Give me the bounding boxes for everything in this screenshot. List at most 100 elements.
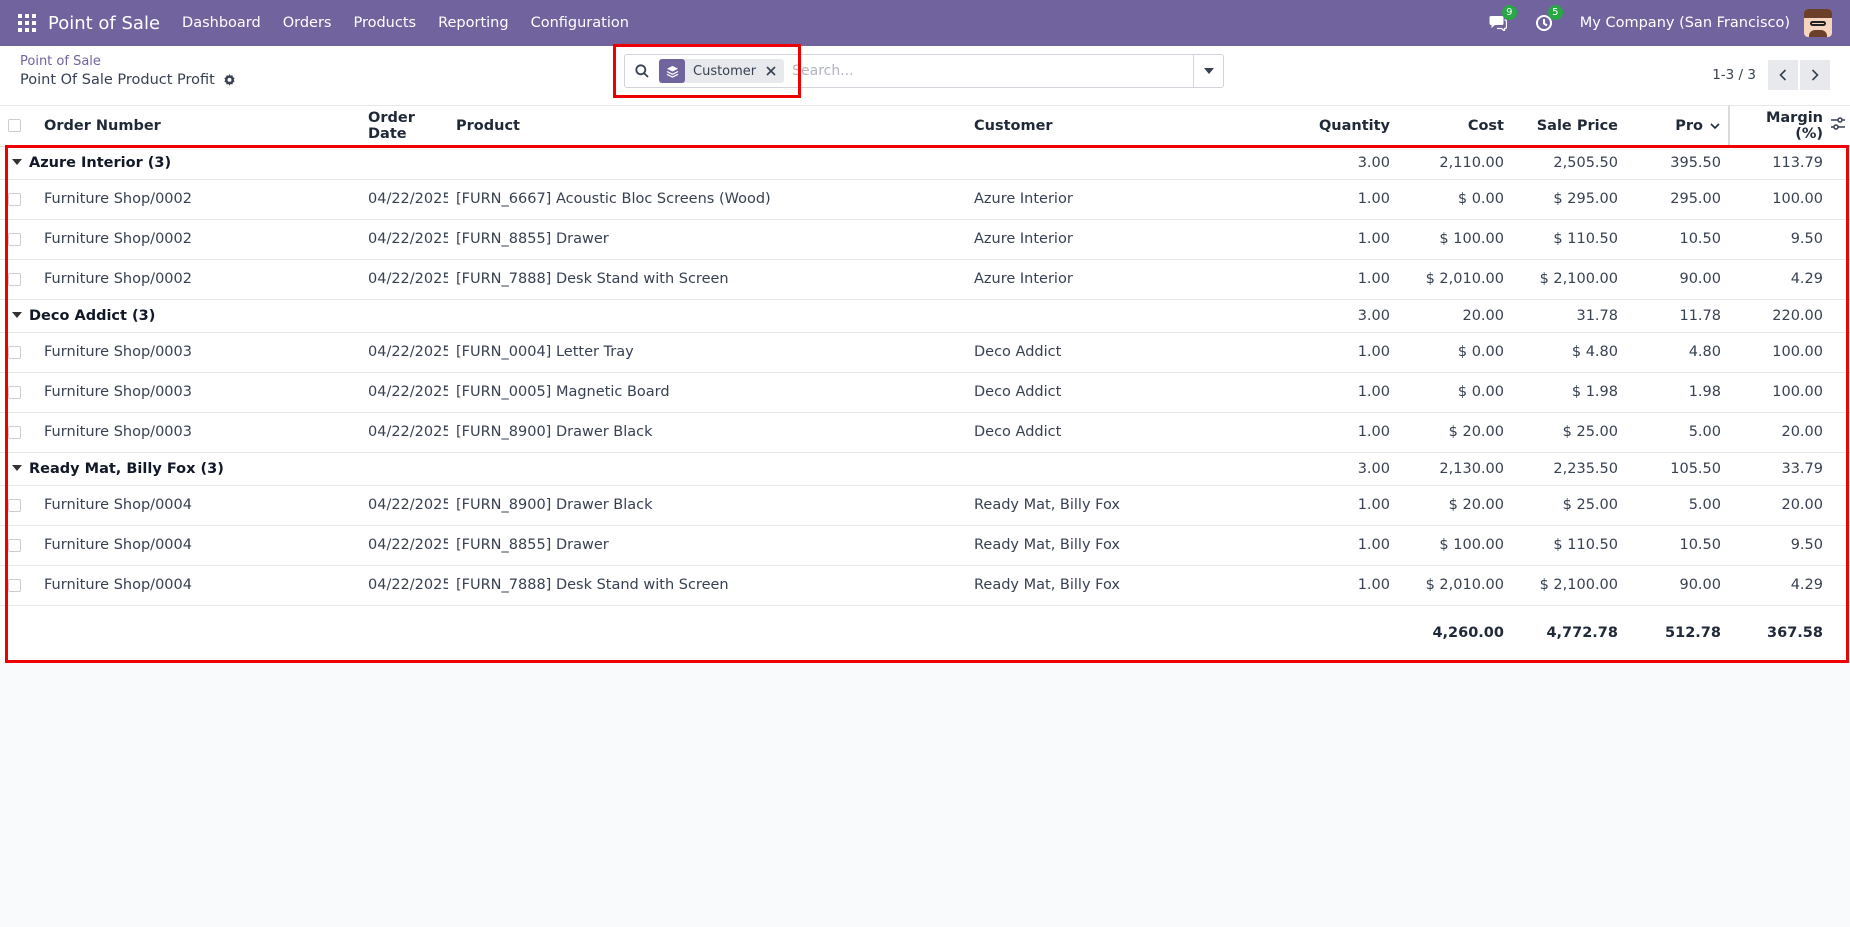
messages-button[interactable]: 9 [1488, 5, 1517, 33]
cell-profit: 5.00 [1626, 412, 1729, 453]
control-panel: Point of Sale Point Of Sale Product Prof… [0, 46, 1850, 106]
group-quantity: 3.00 [1274, 146, 1398, 180]
pager-next-button[interactable] [1800, 60, 1830, 90]
search-options-toggle[interactable] [1193, 55, 1223, 87]
table-header-row: Order Number Order Date Product Customer… [0, 106, 1850, 147]
cell-margin: 100.00 [1729, 179, 1831, 220]
cell-order-date: 04/22/2025 [360, 485, 448, 526]
breadcrumb-parent-link[interactable]: Point of Sale [20, 54, 236, 69]
group-quantity: 3.00 [1274, 452, 1398, 486]
cell-product: [FURN_0005] Magnetic Board [448, 372, 966, 413]
user-avatar[interactable] [1804, 9, 1832, 37]
table-row[interactable]: Furniture Shop/0004 04/22/2025 [FURN_890… [0, 485, 1850, 526]
table-row[interactable]: Furniture Shop/0003 04/22/2025 [FURN_890… [0, 412, 1850, 453]
cell-cost: $ 20.00 [1398, 412, 1512, 453]
cell-cost: $ 0.00 [1398, 372, 1512, 413]
cell-profit: 90.00 [1626, 259, 1729, 300]
row-checkbox[interactable] [8, 498, 21, 512]
table-row[interactable]: Furniture Shop/0002 04/22/2025 [FURN_885… [0, 219, 1850, 260]
row-checkbox[interactable] [8, 232, 21, 246]
group-profit: 105.50 [1626, 452, 1729, 486]
select-all-checkbox[interactable] [8, 119, 21, 133]
search-input[interactable] [792, 56, 1193, 86]
table-row[interactable]: Furniture Shop/0002 04/22/2025 [FURN_666… [0, 179, 1850, 220]
row-checkbox[interactable] [8, 538, 21, 552]
cell-profit: 4.80 [1626, 332, 1729, 373]
caret-down-icon [1203, 68, 1214, 74]
col-product[interactable]: Product [448, 106, 966, 147]
menu-products[interactable]: Products [353, 15, 416, 31]
chevron-left-icon [1779, 69, 1787, 81]
close-icon[interactable] [764, 66, 784, 76]
group-profit: 395.50 [1626, 146, 1729, 180]
cell-product: [FURN_0004] Letter Tray [448, 332, 966, 373]
col-cost[interactable]: Cost [1398, 106, 1512, 147]
cell-margin: 20.00 [1729, 412, 1831, 453]
group-row-ready-mat-billy-fox[interactable]: Ready Mat, Billy Fox (3) 3.00 2,130.00 2… [0, 452, 1850, 486]
row-checkbox[interactable] [8, 385, 21, 399]
row-checkbox[interactable] [8, 192, 21, 206]
table-row[interactable]: Furniture Shop/0003 04/22/2025 [FURN_000… [0, 332, 1850, 373]
cell-cost: $ 20.00 [1398, 485, 1512, 526]
menu-configuration[interactable]: Configuration [531, 15, 629, 31]
row-checkbox[interactable] [8, 425, 21, 439]
col-order-number[interactable]: Order Number [36, 106, 360, 147]
cell-sale-price: $ 110.50 [1512, 219, 1626, 260]
col-quantity[interactable]: Quantity [1274, 106, 1398, 147]
chevron-right-icon [1811, 69, 1819, 81]
col-order-date[interactable]: Order Date [360, 106, 448, 147]
cell-order-date: 04/22/2025 [360, 372, 448, 413]
col-sale-price[interactable]: Sale Price [1512, 106, 1626, 147]
layers-icon [659, 59, 685, 83]
menu-reporting[interactable]: Reporting [438, 15, 509, 31]
total-profit: 512.78 [1665, 625, 1721, 642]
group-cost: 2,110.00 [1398, 146, 1512, 180]
table-row[interactable]: Furniture Shop/0004 04/22/2025 [FURN_885… [0, 525, 1850, 566]
menu-orders[interactable]: Orders [283, 15, 332, 31]
cell-sale-price: $ 4.80 [1512, 332, 1626, 373]
gear-icon[interactable] [223, 73, 236, 87]
cell-order-date: 04/22/2025 [360, 525, 448, 566]
company-switcher[interactable]: My Company (San Francisco) [1580, 15, 1790, 31]
cell-product: [FURN_6667] Acoustic Bloc Screens (Wood) [448, 179, 966, 220]
pager-value[interactable]: 1-3 / 3 [1712, 67, 1756, 83]
row-checkbox[interactable] [8, 272, 21, 286]
activities-count-badge: 5 [1547, 5, 1563, 20]
search-facet-groupby[interactable]: Customer [659, 59, 785, 83]
table-row[interactable]: Furniture Shop/0002 04/22/2025 [FURN_788… [0, 259, 1850, 300]
optional-columns-toggle[interactable] [1831, 106, 1850, 147]
row-checkbox[interactable] [8, 578, 21, 592]
row-checkbox[interactable] [8, 345, 21, 359]
group-row-deco-addict[interactable]: Deco Addict (3) 3.00 20.00 31.78 11.78 2… [0, 299, 1850, 333]
table-row[interactable]: Furniture Shop/0004 04/22/2025 [FURN_788… [0, 565, 1850, 606]
total-cost: 4,260.00 [1432, 625, 1504, 642]
caret-down-icon [12, 158, 22, 165]
caret-down-icon [12, 464, 22, 471]
search-icon[interactable] [625, 64, 659, 78]
col-profit[interactable]: Pro [1626, 106, 1730, 147]
total-margin: 367.58 [1767, 625, 1823, 642]
total-sale-price: 4,772.78 [1546, 625, 1618, 642]
cell-product: [FURN_8900] Drawer Black [448, 412, 966, 453]
cell-quantity: 1.00 [1274, 372, 1398, 413]
cell-order-date: 04/22/2025 [360, 412, 448, 453]
group-sale-price: 31.78 [1512, 299, 1626, 333]
col-margin[interactable]: Margin (%) [1729, 106, 1831, 147]
col-customer[interactable]: Customer [966, 106, 1274, 147]
cell-product: [FURN_8855] Drawer [448, 525, 966, 566]
apps-menu-icon[interactable] [18, 14, 36, 32]
top-navbar: Point of Sale Dashboard Orders Products … [0, 0, 1850, 46]
pager-previous-button[interactable] [1768, 60, 1798, 90]
group-row-azure-interior[interactable]: Azure Interior (3) 3.00 2,110.00 2,505.5… [0, 146, 1850, 180]
cell-quantity: 1.00 [1274, 332, 1398, 373]
app-brand[interactable]: Point of Sale [48, 13, 160, 34]
cell-cost: $ 100.00 [1398, 219, 1512, 260]
table-row[interactable]: Furniture Shop/0003 04/22/2025 [FURN_000… [0, 372, 1850, 413]
group-label: Azure Interior (3) [29, 154, 172, 171]
facet-label: Customer [693, 63, 757, 79]
cell-product: [FURN_8855] Drawer [448, 219, 966, 260]
menu-dashboard[interactable]: Dashboard [182, 15, 261, 31]
group-margin: 33.79 [1729, 452, 1831, 486]
activities-button[interactable]: 5 [1534, 5, 1563, 33]
cell-margin: 100.00 [1729, 332, 1831, 373]
